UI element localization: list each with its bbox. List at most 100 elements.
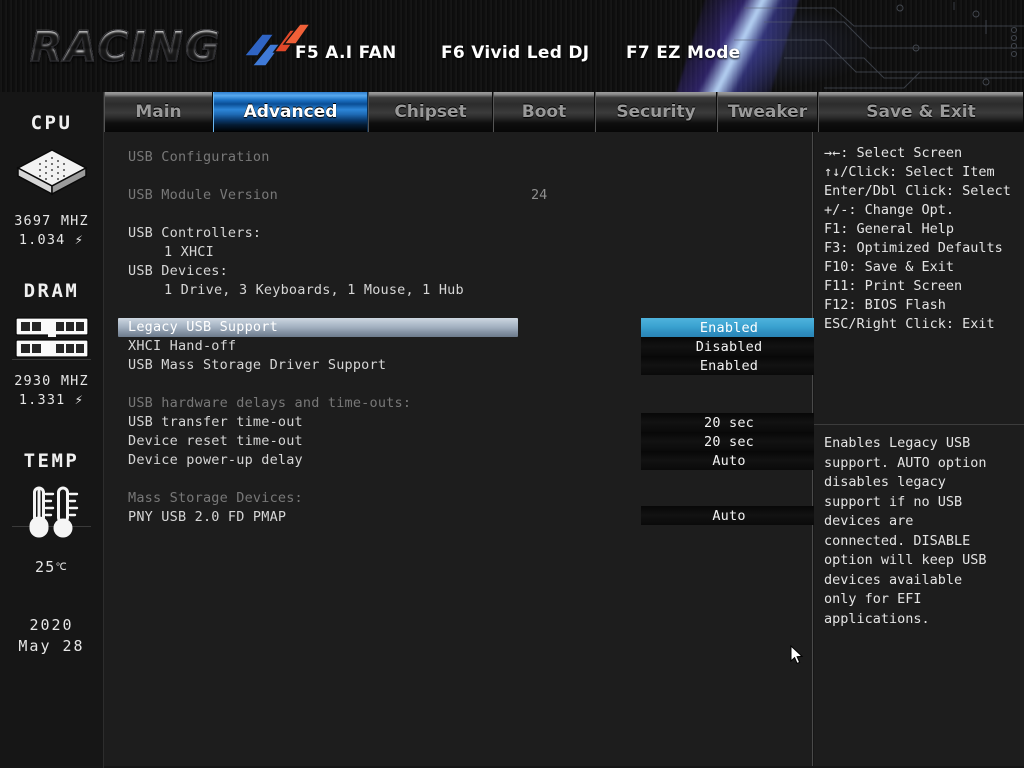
bolt-icon-2: ⚡ xyxy=(65,392,85,408)
degree-celsius-icon: ℃ xyxy=(55,562,68,573)
setting-value-xhci-hand-off[interactable]: Disabled xyxy=(641,337,817,356)
racing-logo: RACING xyxy=(22,16,312,78)
fkey-vivid-led-dj[interactable]: F6 Vivid Led DJ xyxy=(441,43,589,63)
usb-controllers-row: USB Controllers: xyxy=(104,224,813,243)
dram-module-icon xyxy=(14,317,89,358)
setting-label-pny-usb-drive: PNY USB 2.0 FD PMAP xyxy=(128,509,287,525)
usb-module-version-label: USB Module Version xyxy=(128,187,278,203)
tab-main[interactable]: Main xyxy=(104,92,213,132)
header-bar: RACING F5 A.I FAN F6 Vivid Led DJ F7 EZ … xyxy=(0,0,1024,92)
key-legend-item: F11: Print Screen xyxy=(824,278,963,294)
dram-voltage-row: 1.331 ⚡ xyxy=(0,391,103,410)
description-line: support if no USB xyxy=(824,493,963,510)
mass-storage-header: Mass Storage Devices: xyxy=(128,490,303,506)
setting-value-device-reset-time-out[interactable]: 20 sec xyxy=(641,432,817,451)
temp-value: 25 xyxy=(35,558,56,576)
description-line: devices available xyxy=(824,571,963,588)
setting-label-xhci-hand-off: XHCI Hand-off xyxy=(128,338,237,354)
delays-header-row: USB hardware delays and time-outs: xyxy=(104,394,813,413)
date-year: 2020 xyxy=(29,616,74,634)
description-line: applications. xyxy=(824,610,930,627)
thermometer-icon xyxy=(29,486,78,538)
key-legend-item: Enter/Dbl Click: Select xyxy=(824,183,1011,199)
fkey-ez-mode[interactable]: F7 EZ Mode xyxy=(626,43,741,63)
sidebar-cpu-section: CPU 3697 MHZ 1.034 ⚡ xyxy=(0,112,103,250)
usb-controllers-value: 1 XHCI xyxy=(164,244,214,260)
delays-header: USB hardware delays and time-outs: xyxy=(128,395,412,411)
tab-chipset[interactable]: Chipset xyxy=(368,92,493,132)
temp-title: TEMP xyxy=(23,450,80,472)
sidebar-temp-section: TEMP 25℃ xyxy=(0,450,103,577)
setting-row-device-power-up-delay[interactable]: Device power-up delay Auto xyxy=(104,451,817,470)
usb-devices-row: USB Devices: xyxy=(104,262,813,281)
mouse-pointer-icon xyxy=(790,645,804,665)
dram-title: DRAM xyxy=(23,280,80,302)
key-legend-item: +/-: Change Opt. xyxy=(824,202,955,218)
description-line: connected. DISABLE xyxy=(824,532,971,549)
description-line: devices are xyxy=(824,513,914,529)
setting-label-device-reset-time-out: Device reset time-out xyxy=(128,433,303,449)
description-line: support. AUTO option xyxy=(824,454,987,471)
setting-value-usb-transfer-time-out[interactable]: 20 sec xyxy=(641,413,817,432)
key-legend-item: F12: BIOS Flash xyxy=(824,297,946,313)
setting-row-device-reset-time-out[interactable]: Device reset time-out 20 sec xyxy=(104,432,817,451)
setting-value-device-power-up-delay[interactable]: Auto xyxy=(641,451,817,470)
key-legend-item: →←: Select Screen xyxy=(824,145,963,161)
setting-label-legacy-usb-support: Legacy USB Support xyxy=(128,319,278,335)
fkey-ai-fan[interactable]: F5 A.I FAN xyxy=(295,43,397,63)
usb-controllers-label: USB Controllers: xyxy=(128,225,262,241)
key-legend-item: F10: Save & Exit xyxy=(824,259,955,275)
usb-devices-label: USB Devices: xyxy=(128,263,228,279)
sidebar-dram-section: DRAM 2930 MHZ 1.331 ⚡ xyxy=(0,280,103,410)
cpu-chip-icon xyxy=(15,149,88,196)
dram-frequency: 2930 MHZ xyxy=(14,373,89,389)
help-panel-divider xyxy=(814,424,1024,425)
tab-boot[interactable]: Boot xyxy=(493,92,595,132)
main-settings-panel: USB Configuration USB Module Version 24 … xyxy=(104,132,817,766)
key-legend-item: F1: General Help xyxy=(824,221,955,237)
bolt-icon: ⚡ xyxy=(65,232,85,248)
usb-devices-value: 1 Drive, 3 Keyboards, 1 Mouse, 1 Hub xyxy=(164,282,464,298)
section-title-row: USB Configuration xyxy=(104,148,813,167)
brand-name: RACING xyxy=(29,21,222,71)
setting-row-legacy-usb-support[interactable]: Legacy USB Support Enabled xyxy=(104,318,817,337)
tab-security[interactable]: Security xyxy=(595,92,717,132)
circuit-pattern-icon xyxy=(734,2,1024,89)
description-line: disables legacy xyxy=(824,474,946,490)
usb-devices-value-row: 1 Drive, 3 Keyboards, 1 Mouse, 1 Hub xyxy=(104,281,813,300)
cpu-frequency: 3697 MHZ xyxy=(14,213,89,229)
key-legend-item: ↑↓/Click: Select Item xyxy=(824,164,995,180)
setting-label-device-power-up-delay: Device power-up delay xyxy=(128,452,303,468)
usb-module-version-value: 24 xyxy=(531,187,548,203)
setting-row-usb-transfer-time-out[interactable]: USB transfer time-out 20 sec xyxy=(104,413,817,432)
tab-advanced[interactable]: Advanced xyxy=(213,92,368,132)
setting-row-pny-usb-drive[interactable]: PNY USB 2.0 FD PMAP Auto xyxy=(104,506,817,527)
setting-description: Enables Legacy USB support. AUTO option … xyxy=(824,434,1020,629)
key-legend-item: F3: Optimized Defaults xyxy=(824,240,1003,256)
usb-module-version-row: USB Module Version 24 xyxy=(104,186,813,205)
description-line: Enables Legacy USB xyxy=(824,435,971,451)
dram-voltage: 1.331 xyxy=(18,392,66,408)
cpu-voltage-row: 1.034 ⚡ xyxy=(0,231,103,250)
sidebar-datetime-section: 2020 May 28 xyxy=(0,616,103,656)
setting-value-legacy-usb-support[interactable]: Enabled xyxy=(641,318,817,337)
key-legend-list: →←: Select Screen ↑↓/Click: Select Item … xyxy=(824,144,1024,334)
tab-save-exit[interactable]: Save & Exit xyxy=(818,92,1024,132)
setting-row-usb-mass-storage-driver-support[interactable]: USB Mass Storage Driver Support Enabled xyxy=(104,356,817,375)
cpu-voltage: 1.034 xyxy=(18,232,66,248)
description-line: only for EFI xyxy=(824,591,922,607)
date-monthday: May 28 xyxy=(18,637,85,655)
usb-controllers-value-row: 1 XHCI xyxy=(104,243,813,262)
temp-value-row: 25℃ xyxy=(0,558,103,577)
setting-value-usb-mass-storage-driver-support[interactable]: Enabled xyxy=(641,356,817,375)
page-title: USB Configuration xyxy=(128,149,270,165)
setting-row-xhci-hand-off[interactable]: XHCI Hand-off Disabled xyxy=(104,337,817,356)
setting-label-usb-transfer-time-out: USB transfer time-out xyxy=(128,414,303,430)
tab-bar: Main Advanced Chipset Boot Security Twea… xyxy=(104,92,1024,132)
tab-tweaker[interactable]: Tweaker xyxy=(717,92,818,132)
cpu-title: CPU xyxy=(30,112,73,134)
hardware-monitor-sidebar: CPU 3697 MHZ 1.034 ⚡ DRAM 2930 MHZ 1.331… xyxy=(0,92,104,768)
key-legend-item: ESC/Right Click: Exit xyxy=(824,316,995,332)
setting-label-usb-mass-storage-driver-support: USB Mass Storage Driver Support xyxy=(128,357,387,373)
setting-value-pny-usb-drive[interactable]: Auto xyxy=(641,506,817,525)
